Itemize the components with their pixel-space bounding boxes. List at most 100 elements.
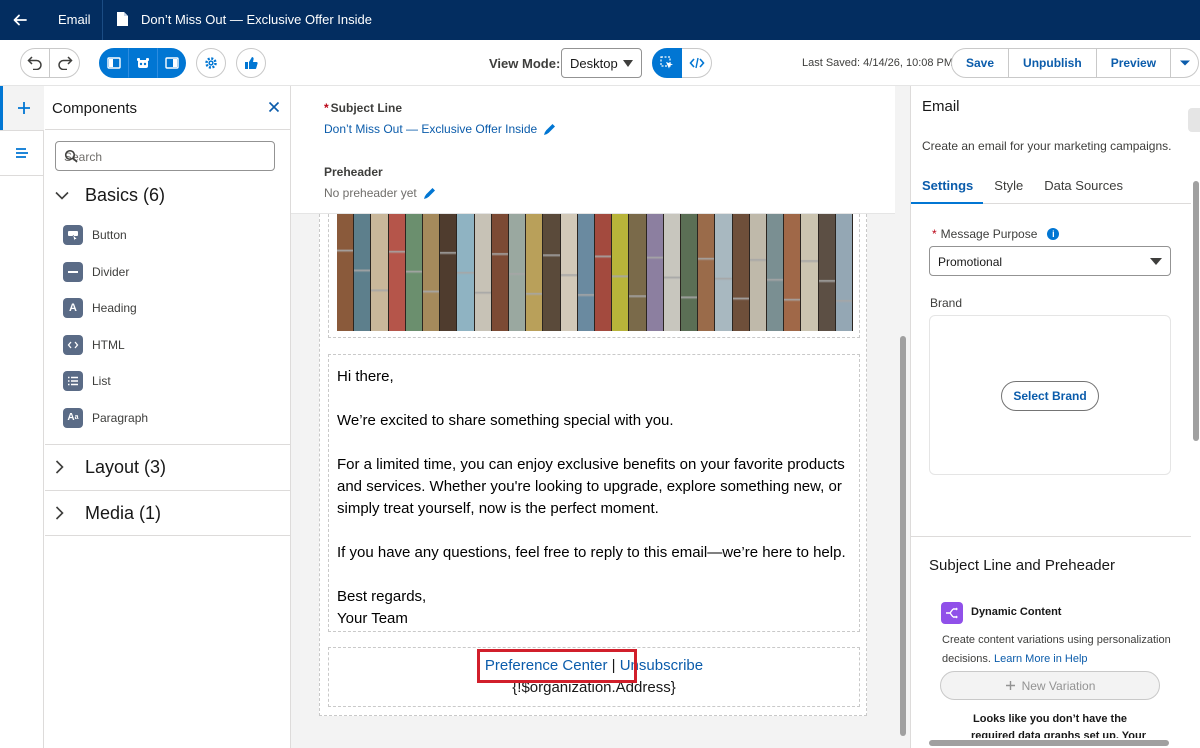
settings-button[interactable] [196,48,226,78]
back-arrow-icon[interactable] [0,0,40,40]
component-label: HTML [92,337,125,352]
left-panel-toggle-button[interactable] [99,48,128,78]
canvas-scrollbar[interactable] [896,86,910,748]
component-button[interactable]: Button [45,217,291,254]
component-label: Divider [92,264,130,279]
wood-plank [526,214,544,331]
preview-button[interactable]: Preview [1096,48,1172,78]
redo-icon [57,56,73,70]
unpublish-button[interactable]: Unpublish [1009,48,1097,78]
wood-plank [835,214,854,331]
footer-block[interactable]: Preference Center | Unsubscribe {!$organ… [328,647,860,707]
required-marker: * [932,227,937,241]
save-button[interactable]: Save [951,48,1010,78]
redo-button[interactable] [50,48,80,78]
info-icon[interactable]: i [1047,228,1060,240]
new-variation-button[interactable]: New Variation [940,671,1160,700]
heading-icon: A [63,298,83,319]
thumbs-up-icon [245,57,258,69]
basics-section: Basics (6) Button Divider A Heading HTML… [45,173,291,436]
hero-image [337,214,854,331]
component-divider[interactable]: Divider [45,254,291,291]
pencil-icon[interactable] [423,187,436,200]
preheader-label: Preheader [324,165,383,179]
brand-label: Brand [930,296,963,310]
agent-toggle-button[interactable] [128,48,157,78]
code-icon [688,57,705,69]
component-html[interactable]: HTML [45,327,291,364]
required-marker: * [324,101,329,115]
panel-horizontal-scrollbar[interactable] [911,738,1191,748]
wood-plank [715,214,733,331]
wood-plank [784,214,802,331]
image-block[interactable] [328,214,860,338]
tab-data-sources[interactable]: Data Sources [1033,174,1133,204]
scrollbar-thumb[interactable] [1193,181,1199,441]
component-heading[interactable]: A Heading [45,290,291,327]
plus-icon [1005,681,1015,690]
visual-editor-button[interactable] [652,48,682,78]
caret-down-icon [623,60,633,67]
media-section-label: Media (1) [85,502,162,523]
right-panel-toggle-button[interactable] [157,48,186,78]
tab-settings[interactable]: Settings [911,174,984,204]
body-paragraph-3: If you have any questions, feel free to … [337,544,846,561]
feedback-button[interactable] [236,48,266,78]
wood-plank [801,214,819,331]
subject-line-text: Don’t Miss Out — Exclusive Offer Inside [324,122,538,136]
panel-toggle-group [99,48,186,78]
close-icon[interactable] [268,101,280,116]
scrollbar-thumb[interactable] [900,336,906,736]
wood-plank [440,214,458,331]
app-label: Email [58,12,91,27]
pencil-icon[interactable] [543,123,556,136]
wood-plank [509,214,527,331]
add-components-tab[interactable] [0,86,44,130]
components-search-input[interactable]: Search [55,141,275,171]
data-graph-warning: Looks like you don’t have the [973,713,1128,725]
wood-plank [543,214,561,331]
learn-more-link[interactable]: Learn More in Help [994,653,1088,665]
panel-collapse-handle[interactable] [1188,108,1200,132]
undo-button[interactable] [20,48,50,78]
select-cursor-icon [660,56,673,69]
components-title: Components [52,100,138,117]
select-brand-button[interactable]: Select Brand [1001,381,1099,411]
panel-scrollbar[interactable] [1191,166,1200,748]
subject-line-value[interactable]: Don’t Miss Out — Exclusive Offer Inside [324,122,556,136]
media-section-header[interactable]: Media (1) [45,491,291,535]
component-label: Button [92,228,127,243]
message-purpose-value: Promotional [938,255,1003,269]
layout-section-header[interactable]: Layout (3) [45,445,291,489]
preheader-value[interactable]: No preheader yet [324,186,436,200]
wood-plank [371,214,389,331]
text-block[interactable]: Hi there, We’re excited to share somethi… [328,354,860,632]
last-saved-text: Last Saved: 4/14/26, 10:08 PM [802,57,954,69]
basics-section-label: Basics (6) [85,184,166,205]
subject-line-label-text: Subject Line [330,101,403,115]
view-mode-select[interactable]: Desktop [561,48,642,78]
more-actions-button[interactable] [1171,48,1200,78]
layout-section: Layout (3) [45,444,291,489]
subject-preheader-area: * Subject Line Don’t Miss Out — Exclusive… [291,86,895,214]
wood-plank [749,214,768,331]
chevron-right-icon [55,506,75,520]
message-purpose-select[interactable]: Promotional [929,246,1171,276]
properties-panel: Email Create an email for your marketing… [910,86,1200,748]
tab-style[interactable]: Style [983,174,1033,204]
wood-plank [405,214,424,331]
structure-tab[interactable] [0,131,44,175]
message-purpose-label-text: Message Purpose [940,227,1038,241]
dynamic-content-title: Dynamic Content [971,606,1062,618]
wood-plank [337,214,355,331]
body-greeting: Hi there, [337,368,394,385]
scrollbar-thumb[interactable] [929,740,1169,746]
component-list[interactable]: List [45,363,291,400]
code-editor-button[interactable] [682,48,712,78]
basics-section-header[interactable]: Basics (6) [45,173,291,217]
components-header: Components [45,86,290,130]
new-variation-label: New Variation [1021,678,1096,693]
component-paragraph[interactable]: Aa Paragraph [45,400,291,437]
highlight-box [477,649,637,683]
search-icon [64,149,267,166]
